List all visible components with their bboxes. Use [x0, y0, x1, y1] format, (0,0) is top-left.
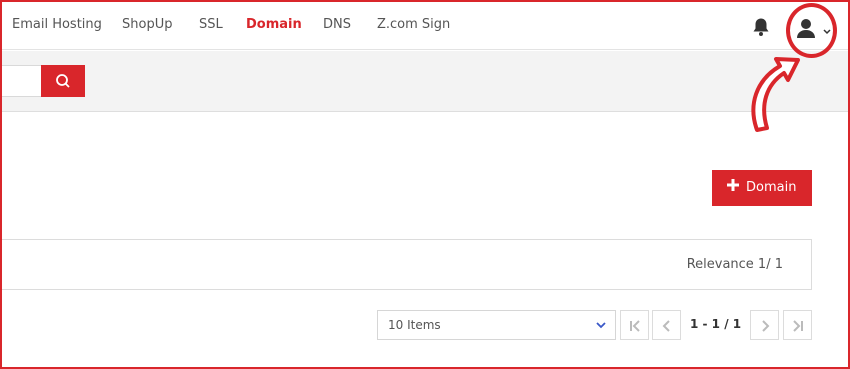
top-navigation: Email Hosting ShopUp SSL Domain DNS Z.co…	[0, 0, 850, 50]
plus-icon	[727, 179, 739, 191]
bell-icon[interactable]	[752, 17, 770, 37]
relevance-label: Relevance 1/ 1	[686, 257, 783, 272]
page-size-value: 10 Items	[388, 318, 441, 332]
nav-item-shopup[interactable]: ShopUp	[122, 17, 172, 32]
previous-page-button[interactable]	[652, 310, 681, 340]
nav-item-email-hosting[interactable]: Email Hosting	[12, 17, 102, 32]
add-domain-button[interactable]: Domain	[712, 170, 812, 206]
page-size-select[interactable]: 10 Items	[377, 310, 616, 340]
nav-item-zcom-sign[interactable]: Z.com Sign	[377, 17, 450, 32]
chevron-right-icon	[762, 320, 770, 332]
page-range: 1 - 1 / 1	[690, 317, 742, 331]
nav-item-domain[interactable]: Domain	[246, 17, 302, 32]
chevron-down-icon	[596, 322, 606, 329]
last-page-button[interactable]	[783, 310, 812, 340]
nav-item-dns[interactable]: DNS	[323, 17, 351, 32]
last-page-icon	[793, 320, 803, 332]
nav-item-ssl[interactable]: SSL	[199, 17, 223, 32]
results-panel: Relevance 1/ 1	[0, 239, 812, 290]
search-icon	[56, 74, 70, 88]
chevron-left-icon	[662, 320, 670, 332]
search-input[interactable]	[0, 65, 42, 97]
first-page-button[interactable]	[620, 310, 649, 340]
next-page-button[interactable]	[750, 310, 779, 340]
annotation-arrow-icon	[751, 57, 800, 132]
add-domain-label: Domain	[746, 180, 797, 195]
first-page-icon	[630, 320, 640, 332]
search-button[interactable]	[41, 65, 85, 97]
search-bar	[0, 51, 850, 112]
